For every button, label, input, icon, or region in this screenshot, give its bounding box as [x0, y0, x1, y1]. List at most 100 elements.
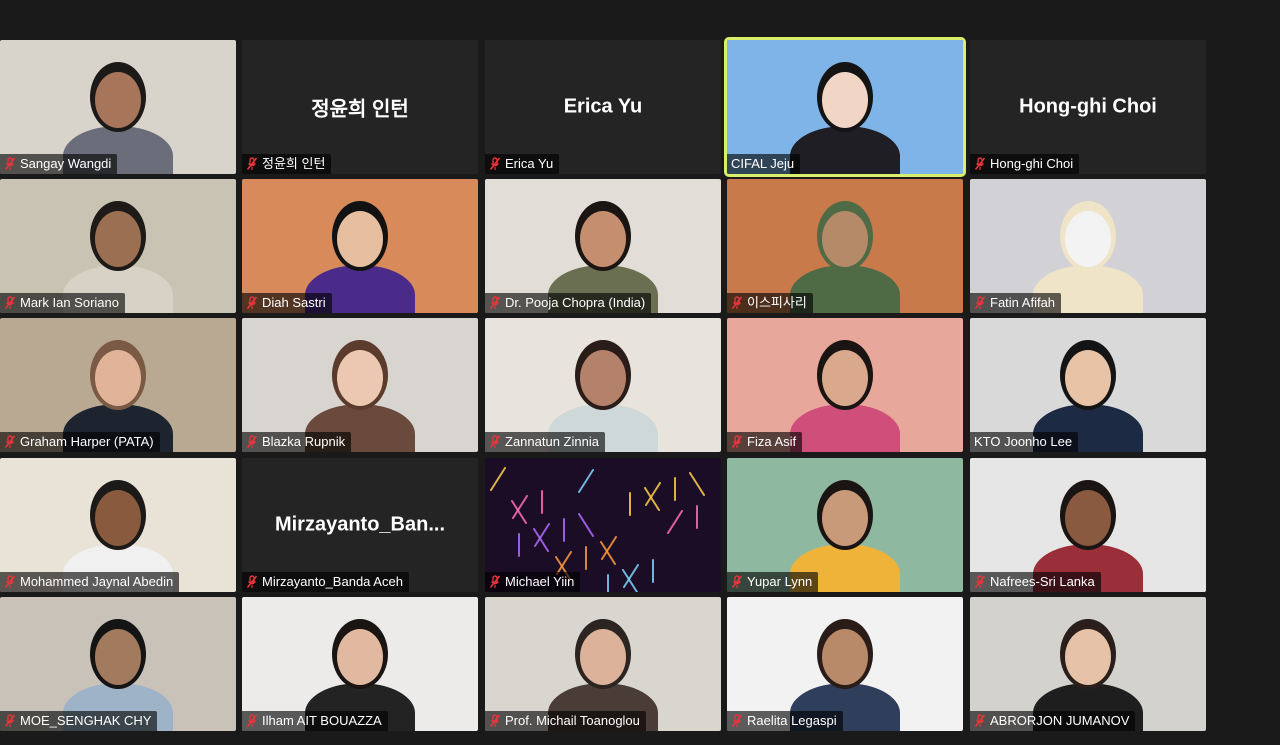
participant-name-tag: CIFAL Jeju [727, 154, 801, 174]
participant-display-name: Mirzayanto_Ban... [274, 513, 446, 536]
muted-mic-icon [246, 296, 258, 309]
muted-mic-icon [246, 157, 258, 170]
participant-name: 정윤희 인턴 [262, 156, 326, 171]
participant-name: Ilham AIT BOUAZZA [262, 713, 382, 728]
participant-tile[interactable]: Zannatun Zinnia [485, 318, 721, 452]
participant-name-tag: Michael Yiin [485, 572, 581, 592]
participant-name: Graham Harper (PATA) [20, 434, 154, 449]
muted-mic-icon [974, 157, 986, 170]
participant-display-name: 정윤희 인턴 [311, 98, 409, 121]
participant-tile[interactable]: Fatin Afifah [970, 179, 1206, 313]
participant-tile[interactable]: Ilham AIT BOUAZZA [242, 597, 478, 731]
participant-tile[interactable]: Prof. Michail Toanoglou [485, 597, 721, 731]
participant-name-tag: 정윤희 인턴 [242, 154, 332, 174]
participant-tile[interactable]: Michael Yiin [485, 458, 721, 592]
participant-name: KTO Joonho Lee [974, 434, 1073, 449]
muted-mic-icon [731, 435, 743, 448]
participant-tile[interactable]: Erica Yu Erica Yu [485, 40, 721, 174]
participant-name-tag: Sangay Wangdi [0, 154, 118, 174]
muted-mic-icon [731, 714, 743, 727]
gallery-view: Sangay Wangdi 정윤희 인턴 정윤희 인턴 Erica Yu Erica Y… [0, 0, 1280, 745]
muted-mic-icon [4, 296, 16, 309]
participant-name-tag: Mohammed Jaynal Abedin [0, 572, 180, 592]
participant-tile[interactable]: Yupar Lynn [727, 458, 963, 592]
participant-name-tag: Raelita Legaspi [727, 711, 843, 731]
muted-mic-icon [489, 157, 501, 170]
participant-name-tag: ABRORJON JUMANOV [970, 711, 1136, 731]
participant-display-name: Erica Yu [563, 95, 643, 118]
participant-tile[interactable]: MOE_SENGHAK CHY [0, 597, 236, 731]
participant-name-tag: Hong-ghi Choi [970, 154, 1080, 174]
participant-tile[interactable]: Mirzayanto_Ban... Mirzayanto_Banda Aceh [242, 458, 478, 592]
participant-name: Fatin Afifah [990, 295, 1056, 310]
participant-tile[interactable]: KTO Joonho Lee [970, 318, 1206, 452]
participant-tile[interactable]: 정윤희 인턴 정윤희 인턴 [242, 40, 478, 174]
muted-mic-icon [4, 435, 16, 448]
participant-name: MOE_SENGHAK CHY [20, 713, 152, 728]
participant-name-tag: Blazka Rupnik [242, 432, 352, 452]
muted-mic-icon [4, 714, 16, 727]
participant-name: CIFAL Jeju [731, 156, 795, 171]
muted-mic-icon [489, 714, 501, 727]
participant-name: ABRORJON JUMANOV [990, 713, 1130, 728]
participant-name: Raelita Legaspi [747, 713, 837, 728]
participant-tile[interactable]: Mohammed Jaynal Abedin [0, 458, 236, 592]
participant-name: Michael Yiin [505, 574, 575, 589]
participant-name-tag: Erica Yu [485, 154, 560, 174]
participant-name: Mirzayanto_Banda Aceh [262, 574, 403, 589]
participant-name-tag: Mark Ian Soriano [0, 293, 125, 313]
participant-name-tag: MOE_SENGHAK CHY [0, 711, 158, 731]
participant-name-tag: KTO Joonho Lee [970, 432, 1079, 452]
muted-mic-icon [489, 296, 501, 309]
participant-tile[interactable]: 이스피사리 [727, 179, 963, 313]
participant-name: 이스피사리 [747, 295, 807, 310]
participant-tile[interactable]: Hong-ghi Choi Hong-ghi Choi [970, 40, 1206, 174]
participant-name: Blazka Rupnik [262, 434, 346, 449]
muted-mic-icon [246, 575, 258, 588]
participant-tile[interactable]: ABRORJON JUMANOV [970, 597, 1206, 731]
muted-mic-icon [974, 714, 986, 727]
participant-name: Sangay Wangdi [20, 156, 112, 171]
participant-name: Nafrees-Sri Lanka [990, 574, 1095, 589]
participant-name-tag: Fiza Asif [727, 432, 803, 452]
participant-name: Zannatun Zinnia [505, 434, 599, 449]
participant-name-tag: Diah Sastri [242, 293, 332, 313]
participant-name-tag: Fatin Afifah [970, 293, 1062, 313]
participant-tile[interactable]: Mark Ian Soriano [0, 179, 236, 313]
participant-tile[interactable]: Sangay Wangdi [0, 40, 236, 174]
participant-name-tag: Mirzayanto_Banda Aceh [242, 572, 409, 592]
muted-mic-icon [4, 157, 16, 170]
muted-mic-icon [489, 435, 501, 448]
participant-name: Diah Sastri [262, 295, 326, 310]
participant-tile[interactable]: Graham Harper (PATA) [0, 318, 236, 452]
muted-mic-icon [4, 575, 16, 588]
muted-mic-icon [731, 575, 743, 588]
participant-name: Mark Ian Soriano [20, 295, 119, 310]
participant-name-tag: Nafrees-Sri Lanka [970, 572, 1101, 592]
muted-mic-icon [246, 435, 258, 448]
participant-tile[interactable]: Diah Sastri [242, 179, 478, 313]
participant-name-tag: Ilham AIT BOUAZZA [242, 711, 388, 731]
participant-name-tag: Dr. Pooja Chopra (India) [485, 293, 652, 313]
participant-tile[interactable]: Nafrees-Sri Lanka [970, 458, 1206, 592]
participant-name-tag: Zannatun Zinnia [485, 432, 605, 452]
participant-display-name: Hong-ghi Choi [1019, 95, 1157, 118]
participant-tile[interactable]: Blazka Rupnik [242, 318, 478, 452]
muted-mic-icon [974, 575, 986, 588]
participant-name-tag: Prof. Michail Toanoglou [485, 711, 646, 731]
muted-mic-icon [974, 296, 986, 309]
participant-name: Hong-ghi Choi [990, 156, 1074, 171]
participant-name-tag: Graham Harper (PATA) [0, 432, 160, 452]
participant-tile[interactable]: Fiza Asif [727, 318, 963, 452]
participant-name: Mohammed Jaynal Abedin [20, 574, 174, 589]
participant-tile[interactable]: Dr. Pooja Chopra (India) [485, 179, 721, 313]
muted-mic-icon [489, 575, 501, 588]
participant-tile[interactable]: CIFAL Jeju [724, 37, 966, 177]
participant-tile[interactable]: Raelita Legaspi [727, 597, 963, 731]
participant-name: Prof. Michail Toanoglou [505, 713, 640, 728]
participant-name-tag: 이스피사리 [727, 293, 813, 313]
muted-mic-icon [246, 714, 258, 727]
participant-name: Yupar Lynn [747, 574, 813, 589]
participant-name-tag: Yupar Lynn [727, 572, 819, 592]
muted-mic-icon [731, 296, 743, 309]
